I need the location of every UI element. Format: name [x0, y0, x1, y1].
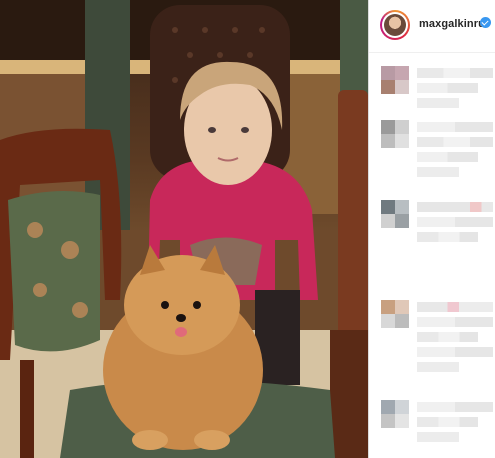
- comment-avatar: [381, 400, 409, 428]
- post-photo-illustration: [0, 0, 368, 458]
- dog-tongue: [175, 327, 187, 337]
- dog-paw-right: [194, 430, 230, 450]
- girl-eye-right: [241, 127, 249, 133]
- dog-paw-left: [132, 430, 168, 450]
- verified-badge-icon: [480, 17, 491, 28]
- post-photo[interactable]: [0, 0, 368, 458]
- comment-text-pixelated: [417, 402, 493, 447]
- username-link[interactable]: maxgalkinru: [419, 18, 485, 30]
- profile-avatar-icon[interactable]: [380, 10, 410, 40]
- comment-avatar: [381, 66, 409, 94]
- left-chair-upholstery: [8, 191, 100, 352]
- comment-avatar: [381, 200, 409, 228]
- comment-text-pixelated: [417, 68, 493, 113]
- avatar-photo: [384, 14, 406, 36]
- post-sidebar: maxgalkinru: [369, 0, 495, 458]
- comment-text-pixelated: [417, 202, 493, 247]
- avatar: [382, 12, 408, 38]
- comment-text-pixelated: [417, 302, 493, 377]
- comment-avatar: [381, 300, 409, 328]
- left-chair-leg: [20, 360, 34, 458]
- girl-eye-left: [208, 127, 216, 133]
- comment-avatar: [381, 120, 409, 148]
- right-chair: [338, 90, 368, 340]
- post-header: maxgalkinru: [369, 0, 495, 53]
- dog-eye-left: [161, 301, 169, 309]
- dog-eye-right: [193, 301, 201, 309]
- comment-text-pixelated: [417, 122, 493, 182]
- dog-nose: [176, 314, 186, 322]
- right-chair-leg: [330, 330, 368, 458]
